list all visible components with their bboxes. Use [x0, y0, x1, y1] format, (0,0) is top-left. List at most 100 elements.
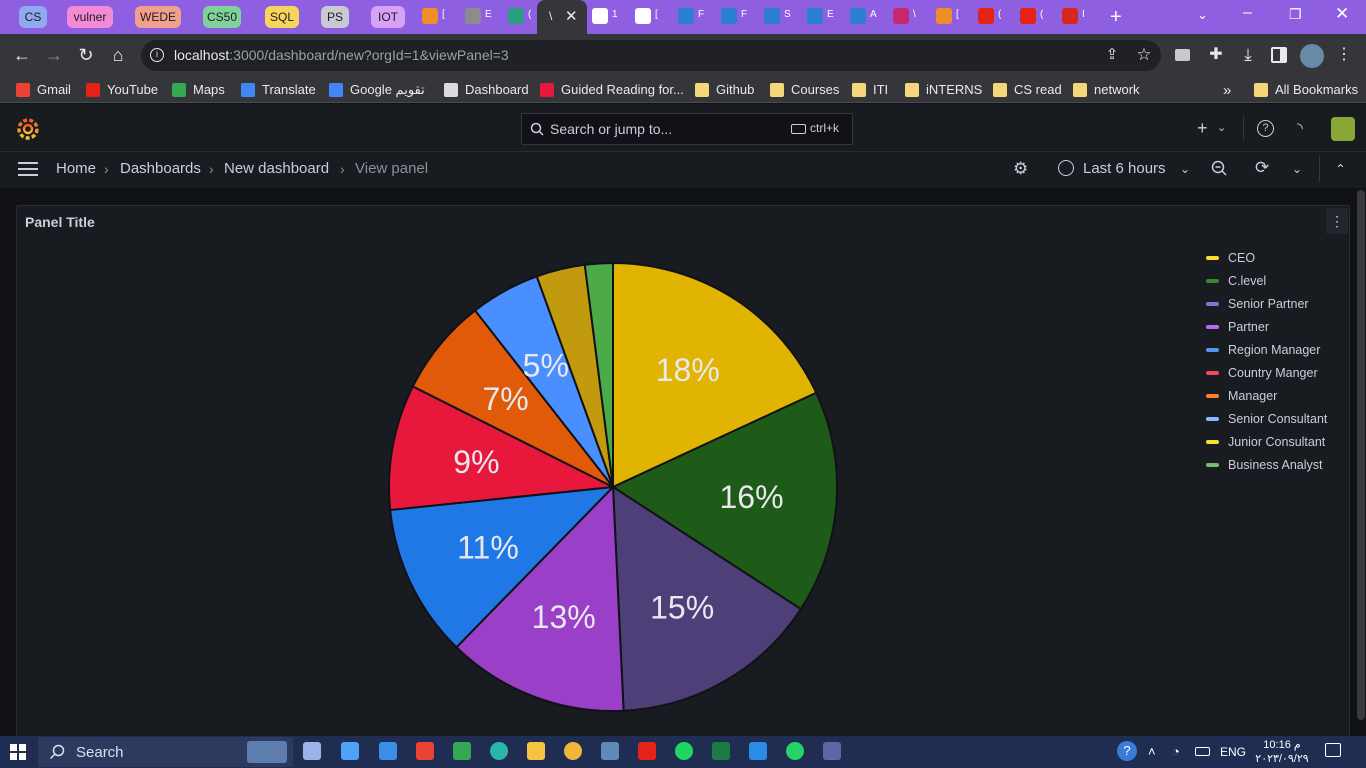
forward-arrow-icon[interactable]: →: [43, 44, 65, 66]
user-avatar[interactable]: [1331, 117, 1355, 141]
bookmark-item[interactable]: Gmail: [16, 82, 71, 97]
bookmark-item[interactable]: Dashboard: [444, 82, 529, 97]
profile-avatar[interactable]: [1300, 44, 1324, 68]
add-icon[interactable]: +: [1197, 118, 1208, 139]
all-bookmarks[interactable]: All Bookmarks: [1254, 82, 1358, 97]
bookmark-item[interactable]: Guided Reading for...: [540, 82, 684, 97]
side-panel-icon[interactable]: [1271, 47, 1287, 63]
refresh-interval-chevron-icon[interactable]: ⌄: [1292, 162, 1302, 176]
tab-close-icon[interactable]: ✕: [565, 7, 578, 25]
settings-gear-icon[interactable]: ⚙: [1013, 159, 1028, 179]
battery-icon[interactable]: [1195, 747, 1210, 756]
breadcrumb-new-dashboard[interactable]: New dashboard: [224, 160, 329, 177]
tab-group-2[interactable]: WEDE: [135, 6, 181, 28]
bookmark-item[interactable]: network: [1073, 82, 1140, 97]
refresh-icon[interactable]: ⟳: [1255, 158, 1269, 178]
notification-icon[interactable]: [1325, 743, 1341, 757]
store-icon[interactable]: [341, 742, 359, 760]
drive-icon[interactable]: [453, 742, 471, 760]
new-tab-button[interactable]: +: [1110, 6, 1122, 29]
puzzle-icon[interactable]: ✚: [1205, 44, 1227, 66]
windows-start-icon[interactable]: [10, 744, 26, 760]
vscode-icon[interactable]: [749, 742, 767, 760]
extension-icon[interactable]: [1175, 49, 1190, 61]
tab-search-chevron-icon[interactable]: ⌄: [1197, 7, 1208, 23]
zoom-out-icon[interactable]: [1211, 160, 1228, 177]
language-indicator[interactable]: ENG: [1220, 745, 1246, 759]
bookmark-item[interactable]: Courses: [770, 82, 839, 97]
collapse-chevron-up-icon[interactable]: ⌄: [1335, 160, 1346, 176]
tray-chevron-up-icon[interactable]: ˄: [1148, 744, 1156, 759]
time-range-picker[interactable]: Last 6 hours: [1083, 160, 1166, 177]
tab-favicon-icon[interactable]: [893, 8, 909, 24]
breadcrumb-dashboards[interactable]: Dashboards: [120, 160, 201, 177]
breadcrumb-home[interactable]: Home: [56, 160, 96, 177]
panel-menu-icon[interactable]: ⋮: [1326, 208, 1348, 234]
site-info-icon[interactable]: i: [150, 48, 164, 62]
task-view-icon[interactable]: [303, 742, 321, 760]
edge-icon[interactable]: [490, 742, 508, 760]
tab-favicon-icon[interactable]: [850, 8, 866, 24]
tab-group-4[interactable]: SQL: [265, 6, 299, 28]
active-tab[interactable]: \ ✕: [537, 0, 587, 34]
home-icon[interactable]: ⌂: [107, 44, 129, 66]
bookmark-item[interactable]: Translate: [241, 82, 316, 97]
tab-group-1[interactable]: vulner: [67, 6, 113, 28]
legend-item[interactable]: Senior Consultant: [1206, 407, 1327, 430]
tab-group-6[interactable]: IOT: [371, 6, 405, 28]
tab-favicon-icon[interactable]: [1062, 8, 1078, 24]
help-tray-icon[interactable]: ?: [1117, 741, 1137, 761]
tab-group-0[interactable]: CS: [19, 6, 47, 28]
tab-favicon-icon[interactable]: [721, 8, 737, 24]
chrome-icon[interactable]: [564, 742, 582, 760]
legend-item[interactable]: CEO: [1206, 246, 1327, 269]
legend-item[interactable]: Senior Partner: [1206, 292, 1327, 315]
tab-favicon-icon[interactable]: [978, 8, 994, 24]
whatsapp-icon[interactable]: [786, 742, 804, 760]
wifi-icon[interactable]: ◔: [1172, 744, 1180, 759]
reload-icon[interactable]: ↻: [75, 44, 97, 66]
time-range-chevron-down-icon[interactable]: ⌄: [1180, 162, 1190, 176]
tab-favicon-icon[interactable]: [635, 8, 651, 24]
tab-group-3[interactable]: CS50: [203, 6, 241, 28]
bookmark-item[interactable]: YouTube: [86, 82, 158, 97]
tab-favicon-icon[interactable]: [422, 8, 438, 24]
bookmark-star-icon[interactable]: ☆: [1133, 44, 1155, 66]
menu-kebab-icon[interactable]: ⋮: [1333, 44, 1355, 66]
tab-favicon-icon[interactable]: [764, 8, 780, 24]
legend-item[interactable]: Business Analyst: [1206, 453, 1327, 476]
tab-favicon-icon[interactable]: [465, 8, 481, 24]
restore-button[interactable]: ❐: [1289, 6, 1302, 23]
legend-item[interactable]: C.level: [1206, 269, 1327, 292]
help-icon[interactable]: ?: [1257, 120, 1274, 137]
youtube-icon[interactable]: [638, 742, 656, 760]
bookmark-item[interactable]: CS read: [993, 82, 1062, 97]
spotify-icon[interactable]: [675, 742, 693, 760]
tab-group-5[interactable]: PS: [321, 6, 349, 28]
back-arrow-icon[interactable]: ←: [11, 44, 33, 66]
postgres-icon[interactable]: [601, 742, 619, 760]
minimize-button[interactable]: –: [1243, 4, 1252, 22]
gmail-icon[interactable]: [416, 742, 434, 760]
bookmarks-overflow-icon[interactable]: »: [1223, 82, 1231, 99]
page-scrollbar[interactable]: [1357, 190, 1365, 720]
menu-hamburger-icon[interactable]: [18, 162, 38, 176]
legend-item[interactable]: Junior Consultant: [1206, 430, 1327, 453]
news-feed-icon[interactable]: ◝: [1297, 119, 1303, 137]
legend-item[interactable]: Partner: [1206, 315, 1327, 338]
tab-favicon-icon[interactable]: [592, 8, 608, 24]
tab-favicon-icon[interactable]: [678, 8, 694, 24]
tab-favicon-icon[interactable]: [807, 8, 823, 24]
share-icon[interactable]: ⇪: [1101, 44, 1123, 66]
mail-icon[interactable]: [379, 742, 397, 760]
grafana-logo-icon[interactable]: [16, 117, 40, 141]
download-icon[interactable]: ⤓: [1237, 44, 1259, 66]
legend-item[interactable]: Region Manager: [1206, 338, 1327, 361]
excel-icon[interactable]: [712, 742, 730, 760]
tab-favicon-icon[interactable]: [508, 8, 524, 24]
close-window-button[interactable]: ✕: [1335, 4, 1349, 24]
panel-title[interactable]: Panel Title: [25, 214, 95, 230]
bookmark-item[interactable]: iNTERNS: [905, 82, 982, 97]
legend-item[interactable]: Manager: [1206, 384, 1327, 407]
bookmark-item[interactable]: ITI: [852, 82, 888, 97]
